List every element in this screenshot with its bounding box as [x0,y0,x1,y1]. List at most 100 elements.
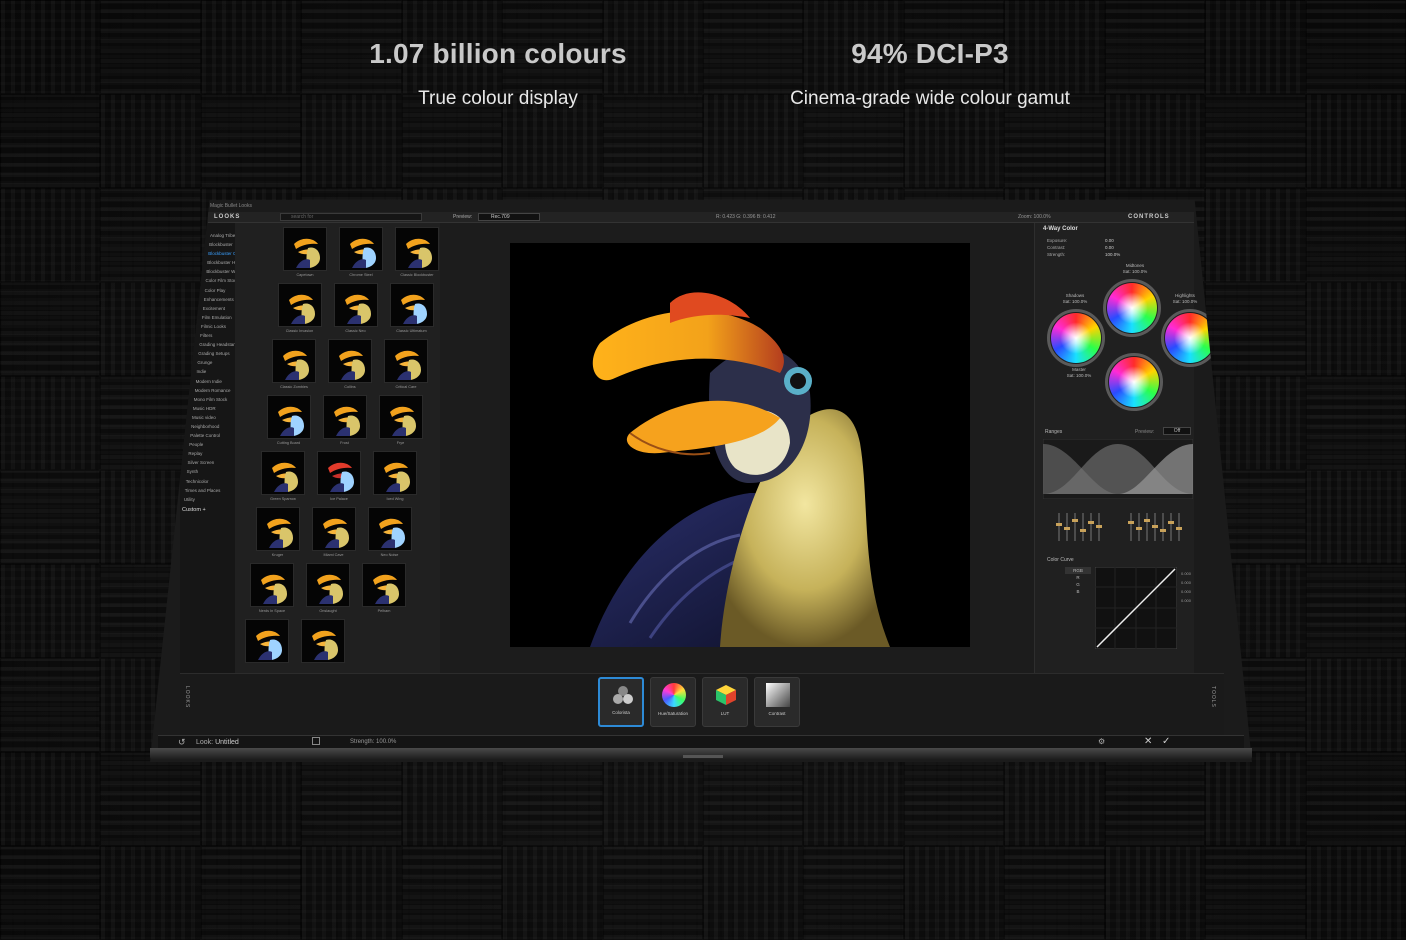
cancel-icon[interactable]: ✕ [1144,736,1152,747]
master-wheel[interactable] [1109,357,1159,407]
tools-side-tab[interactable]: TOOLS [1210,686,1216,708]
tool-colorista[interactable]: Colorista [598,677,644,727]
channel-r[interactable]: R [1065,574,1091,581]
save-look-icon[interactable] [312,737,320,745]
shadows-wheel[interactable] [1051,313,1101,363]
tool-label: LUT [720,711,730,716]
looks-thumbnails: Capetown Chrome Steel Classic Blockbuster C… [235,223,440,673]
image-viewer [440,223,1034,673]
hornbill-thumb [311,630,338,660]
look-thumbnail-label: Onslaught [319,609,337,613]
category-item[interactable]: Replay [180,449,243,458]
look-thumbnail[interactable] [311,507,356,551]
hornbill-thumb [283,350,309,380]
gear-icon[interactable]: ⚙ [1098,737,1105,746]
strength-label: Strength: [1047,252,1066,257]
look-thumbnail[interactable] [339,227,383,271]
category-item[interactable]: Palette Control [180,431,243,440]
look-thumbnail[interactable] [272,339,316,383]
look-thumbnail[interactable] [389,283,434,327]
channel-rgb[interactable]: RGB [1065,567,1091,574]
look-thumbnail-label: Miami Cave [323,553,344,557]
curve-value: 0.000 [1181,598,1192,603]
feature-color-depth: 1.07 billion colours True colour display [360,38,636,110]
hornbill-thumb [389,406,416,436]
ranges-graph[interactable] [1043,439,1193,499]
look-thumbnail[interactable] [328,339,372,383]
tool-lut[interactable]: LUT [702,677,748,727]
preview-select[interactable]: Rec.709 [478,213,540,221]
look-thumbnail[interactable] [373,451,417,495]
zoom-level: Zoom: 100.0% [1018,214,1051,220]
category-item[interactable]: Synth [180,467,243,476]
category-item[interactable]: Neighborhood [180,422,243,431]
hornbill-photo [590,292,890,647]
look-thumbnail[interactable] [250,563,294,607]
category-item[interactable]: Music HDR [180,404,243,413]
reset-icon[interactable]: ↺ [178,737,186,748]
preview-label: Preview: [453,214,473,220]
look-thumbnail[interactable] [244,619,289,663]
curve-value: 0.000 [1181,580,1192,585]
apply-checkmark-icon[interactable]: ✓ [1162,736,1170,747]
ranges-preview-label: Preview: [1135,429,1155,435]
monitor-bezel [150,748,1252,760]
look-thumbnail[interactable] [306,563,350,607]
look-thumbnail[interactable] [266,395,311,439]
look-thumbnail-label: Pelham [377,609,391,613]
look-thumbnail[interactable] [300,619,345,663]
look-thumbnail[interactable] [317,451,361,495]
curve-graph[interactable] [1095,567,1177,649]
status-bar: ↺ Look: Untitled Strength: 100.0% ⚙ ✕ ✓ [158,735,1244,749]
curve-value: 0.000 [1181,589,1192,594]
look-thumbnail[interactable] [261,451,305,495]
look-thumbnail[interactable] [395,227,439,271]
preview-image [510,243,970,647]
ranges-preview-toggle[interactable]: Off [1163,427,1191,435]
midtones-wheel[interactable] [1107,283,1157,333]
hornbill-thumb [395,350,421,380]
look-thumbnail[interactable] [255,507,300,551]
hornbill-thumb [277,406,304,436]
tool-label: Hue/Saturation [657,711,689,716]
hornbill-thumb [322,518,349,548]
look-thumbnail-label: Chrome Steel [349,273,373,277]
look-thumbnail[interactable] [378,395,423,439]
strength-value[interactable]: 100.0% [1105,251,1120,258]
colorista-icon [613,686,633,704]
category-item[interactable]: Silver Screen [180,458,243,467]
looks-side-tab[interactable]: LOOKS [184,686,190,708]
category-item[interactable]: People [180,440,243,449]
feature-subtitle: True colour display [418,88,578,109]
look-thumbnail-label: Ice Palace [330,497,348,501]
look-thumbnail[interactable] [283,227,327,271]
hornbill-thumb [255,630,282,660]
hornbill-thumb [373,574,399,604]
category-custom[interactable]: Custom + [180,506,243,515]
category-item[interactable]: Mono Film Stock [180,395,243,404]
strength-readout[interactable]: Strength: 100.0% [350,739,396,745]
look-thumbnail[interactable] [277,283,322,327]
category-item[interactable]: Technicolor [180,477,243,486]
look-thumbnail[interactable] [384,339,428,383]
tool-hue-saturation[interactable]: Hue/Saturation [650,677,696,727]
look-thumbnail[interactable] [362,563,406,607]
channel-b[interactable]: B [1065,588,1091,595]
search-input[interactable]: search for [280,213,422,221]
look-thumbnail[interactable] [367,507,412,551]
category-item[interactable]: Times and Places [180,486,243,495]
midtones-label: Midtones Sat: 100.0% [1122,263,1148,274]
contrast-value[interactable]: 0.00 [1105,244,1120,251]
look-thumbnail[interactable] [322,395,367,439]
look-thumbnail[interactable] [333,283,378,327]
channel-g[interactable]: G [1065,581,1091,588]
range-sliders[interactable] [1049,509,1189,545]
category-item[interactable]: Music video [180,413,243,422]
tool-label: Contrast [768,711,786,716]
app-window: Magic Bullet Looks LOOKS ⌕ search for Pr… [150,200,1252,762]
look-thumbnail-label: Cutting Board [276,441,301,445]
category-item[interactable]: Utility [180,495,243,504]
lut-cube-icon [716,685,736,705]
tool-contrast[interactable]: Contrast [754,677,800,727]
exposure-value[interactable]: 0.00 [1105,237,1120,244]
